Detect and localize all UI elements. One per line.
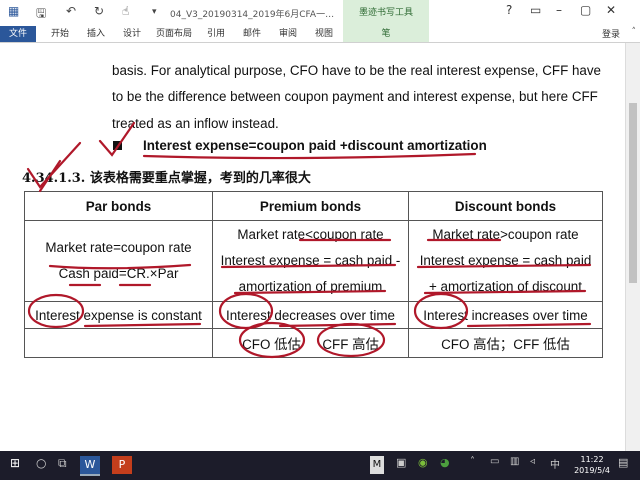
table-row: Market rate=coupon rate Cash paid=CR.×Pa… (24, 220, 603, 302)
vertical-scrollbar[interactable] (625, 43, 640, 451)
app-m-icon[interactable]: M (370, 456, 384, 474)
tab-design[interactable]: 设计 (114, 26, 150, 42)
close-icon[interactable]: ✕ (606, 3, 616, 17)
taskbar: ⊞ ○ ⧉ W P M ▣ ◉ ◕ ˄ ▭ ▥ ◃ 中 11:22 2019/5… (0, 451, 640, 480)
section-heading: 4.34.1.3. 该表格需要重点掌握，考到的几率很大 (22, 171, 311, 186)
save-icon[interactable]: 🖫 (36, 4, 46, 25)
table-cell: Interest increases over time (408, 301, 603, 329)
table-row: Interest expense is constant Interest de… (24, 301, 603, 329)
help-button[interactable]: ? (506, 3, 512, 17)
cell-line: Cash paid=CR.×Par (58, 266, 179, 281)
table-cell: Market rate>coupon rate Interest expense… (408, 220, 603, 302)
sign-in-link[interactable]: 登录 (602, 27, 620, 40)
taskbar-clock[interactable]: 11:22 2019/5/4 (574, 454, 610, 476)
word-taskbar-icon[interactable]: W (80, 456, 100, 476)
table-cell: CFO 低估 CFF 高估 (212, 328, 409, 358)
tab-home[interactable]: 开始 (42, 26, 78, 42)
header-premium-bonds: Premium bonds (212, 191, 409, 221)
cell-line: Market rate=coupon rate (45, 240, 192, 255)
cell-line: Market rate<coupon rate (237, 227, 384, 242)
touch-mode-icon[interactable]: ☝ (122, 4, 129, 18)
notifications-icon[interactable]: ▤ (618, 456, 628, 474)
bullet-text: Interest expense=coupon paid +discount a… (143, 138, 487, 153)
cell-line: Interest expense = cash paid - (220, 253, 401, 268)
maximize-icon[interactable]: ▢ (580, 3, 591, 17)
ime-icon[interactable]: 中 (550, 456, 560, 474)
paragraph-line: basis. For analytical purpose, CFO have … (112, 63, 602, 78)
header-par-bonds: Par bonds (24, 191, 213, 221)
document-title: 04_V3_20190314_2019年6月CFA一级百题预... (170, 10, 340, 20)
search-icon[interactable]: ○ (36, 456, 46, 474)
volume-icon[interactable]: ◃ (530, 456, 535, 474)
table-cell: Interest expense is constant (24, 301, 213, 329)
clock-date: 2019/5/4 (574, 466, 610, 475)
document-page[interactable]: basis. For analytical purpose, CFO have … (0, 43, 626, 451)
tab-file[interactable]: 文件 (0, 26, 36, 42)
customize-qat-icon[interactable]: ▾ (152, 7, 157, 17)
tab-view[interactable]: 视图 (306, 26, 342, 42)
network-icon[interactable]: ▥ (510, 456, 519, 474)
ribbon-options-icon[interactable]: ▭ (530, 3, 541, 17)
tab-pen[interactable]: 笔 (343, 26, 429, 42)
cell-line: Interest expense = cash paid (419, 253, 592, 268)
tab-mailings[interactable]: 邮件 (234, 26, 270, 42)
collapse-ribbon-icon[interactable]: ˄ (632, 27, 637, 37)
ink-tools-context-label: 墨迹书写工具 (343, 0, 429, 28)
redo-icon[interactable]: ↻ (94, 4, 104, 18)
tab-insert[interactable]: 插入 (78, 26, 114, 42)
cell-line: amortization of premium (238, 279, 383, 294)
cell-line: Market rate>coupon rate (432, 227, 579, 242)
task-view-icon[interactable]: ⧉ (58, 456, 67, 474)
title-bar: ▦ 🖫 ↶ ↻ ☝ ▾ 04_V3_20190314_2019年6月CFA一级百… (0, 0, 640, 28)
tab-references[interactable]: 引用 (198, 26, 234, 42)
bond-comparison-table: Par bonds Premium bonds Discount bonds M… (24, 191, 603, 358)
cfo-label: CFO 低估 (242, 337, 301, 352)
table-cell: CFO 高估；CFF 低估 (408, 328, 603, 358)
table-cell: Market rate=coupon rate Cash paid=CR.×Pa… (24, 220, 213, 302)
powerpoint-taskbar-icon[interactable]: P (112, 456, 132, 474)
bullet-square-icon (113, 141, 122, 150)
wechat-icon[interactable]: ◕ (440, 456, 450, 474)
scroll-thumb[interactable] (629, 103, 637, 283)
table-header-row: Par bonds Premium bonds Discount bonds (24, 191, 603, 221)
ribbon-tabs: 文件 开始 插入 设计 页面布局 引用 邮件 审阅 视图 笔 登录 ˄ (0, 26, 640, 43)
show-hidden-icons[interactable]: ˄ (470, 456, 475, 474)
cff-label: CFF 高估 (322, 337, 379, 352)
paragraph-line: to be the difference between coupon paym… (112, 89, 598, 104)
ink-underline-bullet (142, 152, 477, 160)
start-icon[interactable]: ⊞ (10, 456, 20, 474)
table-row: CFO 低估 CFF 高估 CFO 高估；CFF 低估 (24, 328, 603, 358)
battery-icon[interactable]: ▭ (490, 456, 499, 474)
table-cell: Interest decreases over time (212, 301, 409, 329)
minimize-icon[interactable]: – (556, 3, 562, 17)
tab-review[interactable]: 审阅 (270, 26, 306, 42)
photos-icon[interactable]: ▣ (396, 456, 406, 474)
undo-icon[interactable]: ↶ (66, 4, 76, 18)
record-icon[interactable]: ◉ (418, 456, 428, 474)
header-discount-bonds: Discount bonds (408, 191, 603, 221)
clock-time: 11:22 (580, 455, 604, 464)
table-cell (24, 328, 213, 358)
paragraph-line: treated as an inflow instead. (112, 116, 279, 131)
word-app-icon[interactable]: ▦ (8, 4, 19, 18)
tab-layout[interactable]: 页面布局 (150, 26, 198, 42)
cell-line: + amortization of discount (429, 279, 582, 294)
table-cell: Market rate<coupon rate Interest expense… (212, 220, 409, 302)
